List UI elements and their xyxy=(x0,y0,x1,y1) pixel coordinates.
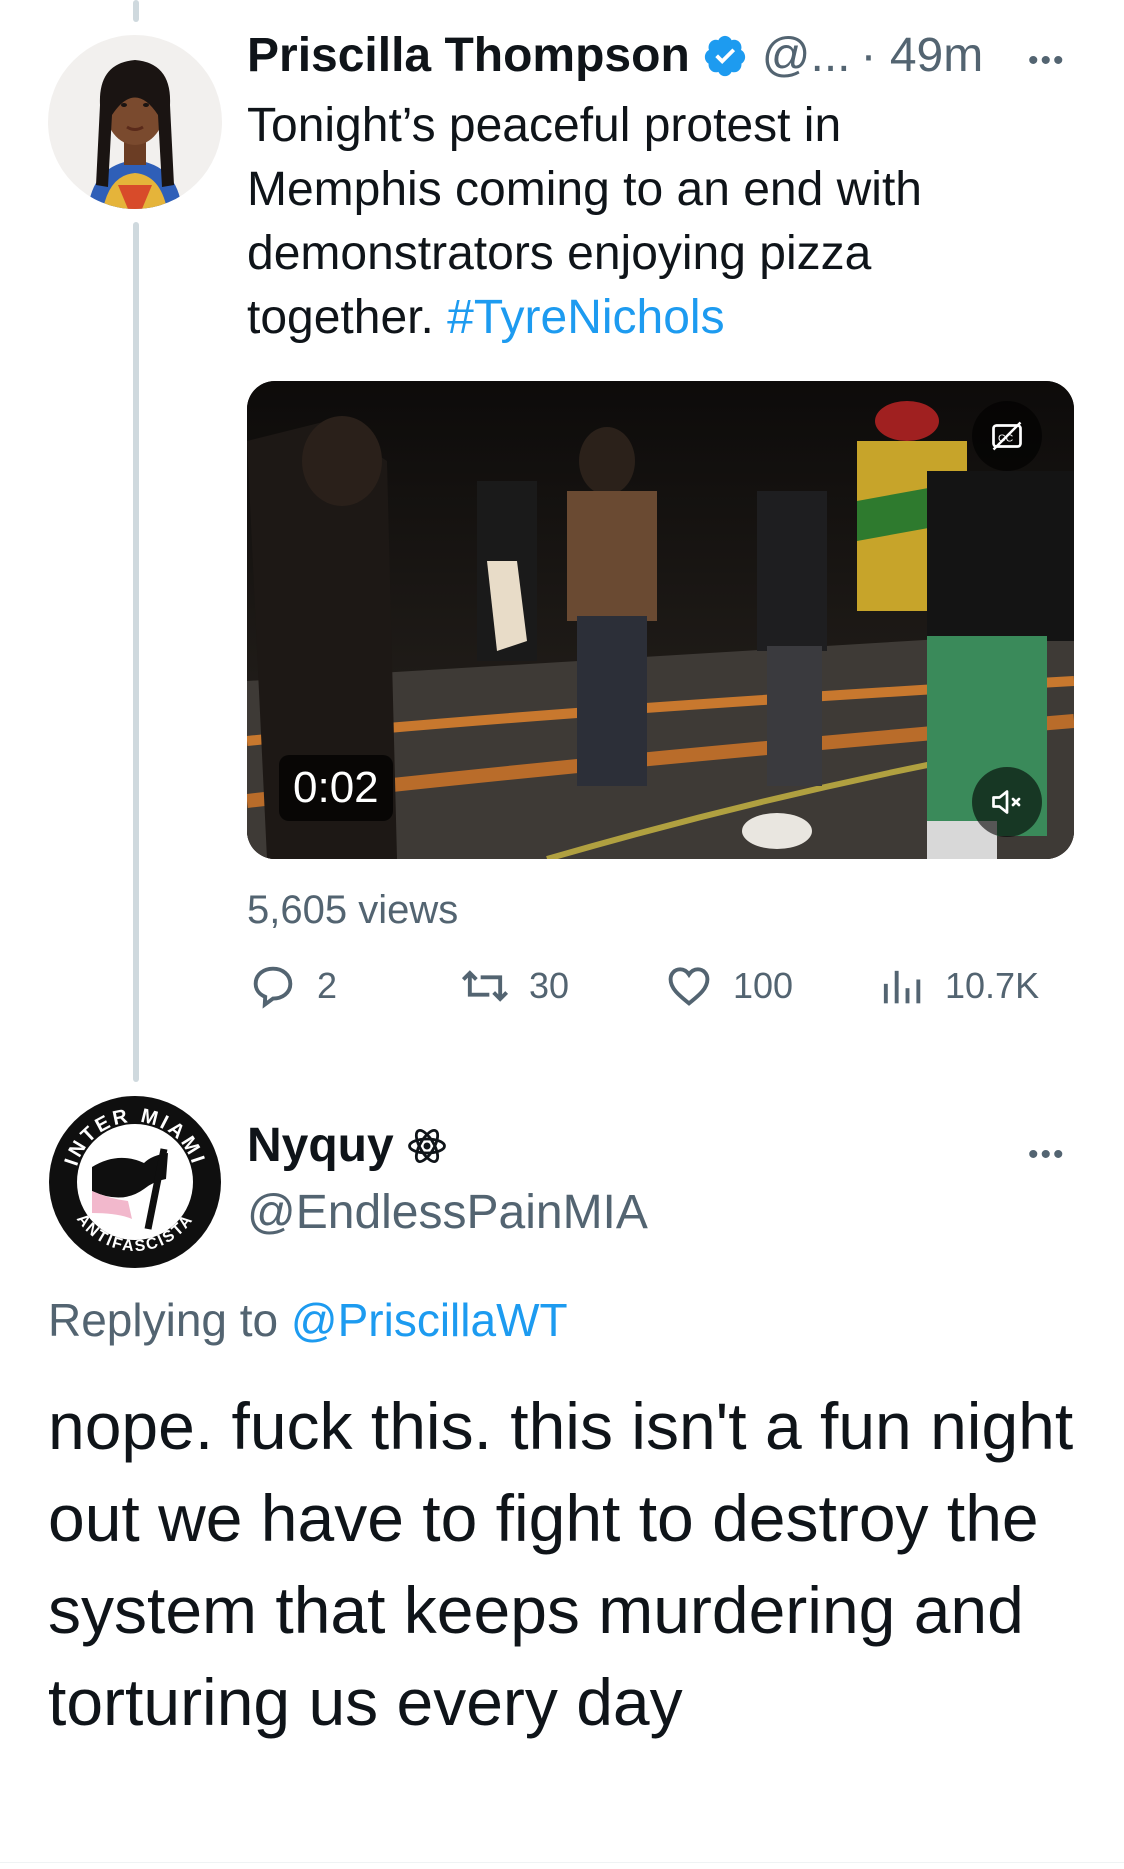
atom-badge-icon xyxy=(407,1128,446,1163)
analytics-icon xyxy=(883,970,921,1004)
reply-button[interactable]: 2 xyxy=(247,960,337,1012)
closed-captions-button[interactable]: CC xyxy=(972,401,1042,471)
reply-icon xyxy=(253,966,293,1009)
original-tweet-header: Priscilla Thompson @... · 49m xyxy=(247,28,983,83)
reply-count: 2 xyxy=(317,965,338,1006)
like-button[interactable]: 100 xyxy=(663,960,793,1012)
retweet-icon xyxy=(461,970,509,1002)
thread-line-top xyxy=(133,0,139,22)
reply-display-name[interactable]: Nyquy xyxy=(247,1118,394,1173)
retweet-button[interactable]: 30 xyxy=(459,960,569,1012)
analytics-button[interactable]: 10.7K xyxy=(875,960,1039,1012)
handle[interactable]: @... xyxy=(762,28,851,83)
retweet-count: 30 xyxy=(529,965,570,1006)
unmute-button[interactable] xyxy=(972,767,1042,837)
closed-captions-icon: CC xyxy=(992,421,1022,451)
replying-to-line: Replying to @PriscillaWT xyxy=(48,1293,568,1347)
divider xyxy=(0,1862,1124,1863)
reply-tweet-header: Nyquy xyxy=(247,1118,448,1173)
reply-more-options-button[interactable]: ••• xyxy=(1028,1140,1066,1170)
volume-muted-icon xyxy=(992,790,1021,814)
verified-badge-icon xyxy=(704,35,745,76)
view-count: 5,605 views xyxy=(247,888,459,932)
tweet-actions: 2 30 100 10.7K xyxy=(247,960,1067,1020)
reply-handle[interactable]: @EndlessPainMIA xyxy=(247,1185,648,1240)
video-duration: 0:02 xyxy=(279,755,393,821)
thread-line-connector xyxy=(133,222,139,1082)
priscilla-avatar[interactable] xyxy=(48,35,222,209)
analytics-count: 10.7K xyxy=(945,965,1040,1006)
tweet-text: Tonight’s peaceful protest in Memphis co… xyxy=(247,94,1047,350)
like-count: 100 xyxy=(733,965,794,1006)
nyquy-avatar[interactable]: INTER MIAMI ANTIFASCISTA xyxy=(48,1095,222,1269)
more-options-button[interactable]: ••• xyxy=(1028,46,1066,76)
heart-icon xyxy=(668,967,710,1006)
hashtag-link[interactable]: #TyreNichols xyxy=(447,291,724,344)
replying-to-mention[interactable]: @PriscillaWT xyxy=(291,1294,568,1346)
video-player[interactable]: CC 0:02 xyxy=(247,381,1074,859)
reply-tweet-text: nope. fuck this. this isn't a fun night … xyxy=(48,1389,1074,1739)
timestamp[interactable]: · 49m xyxy=(861,28,984,83)
display-name[interactable]: Priscilla Thompson xyxy=(247,28,690,83)
replying-to-prefix: Replying to xyxy=(48,1294,291,1346)
